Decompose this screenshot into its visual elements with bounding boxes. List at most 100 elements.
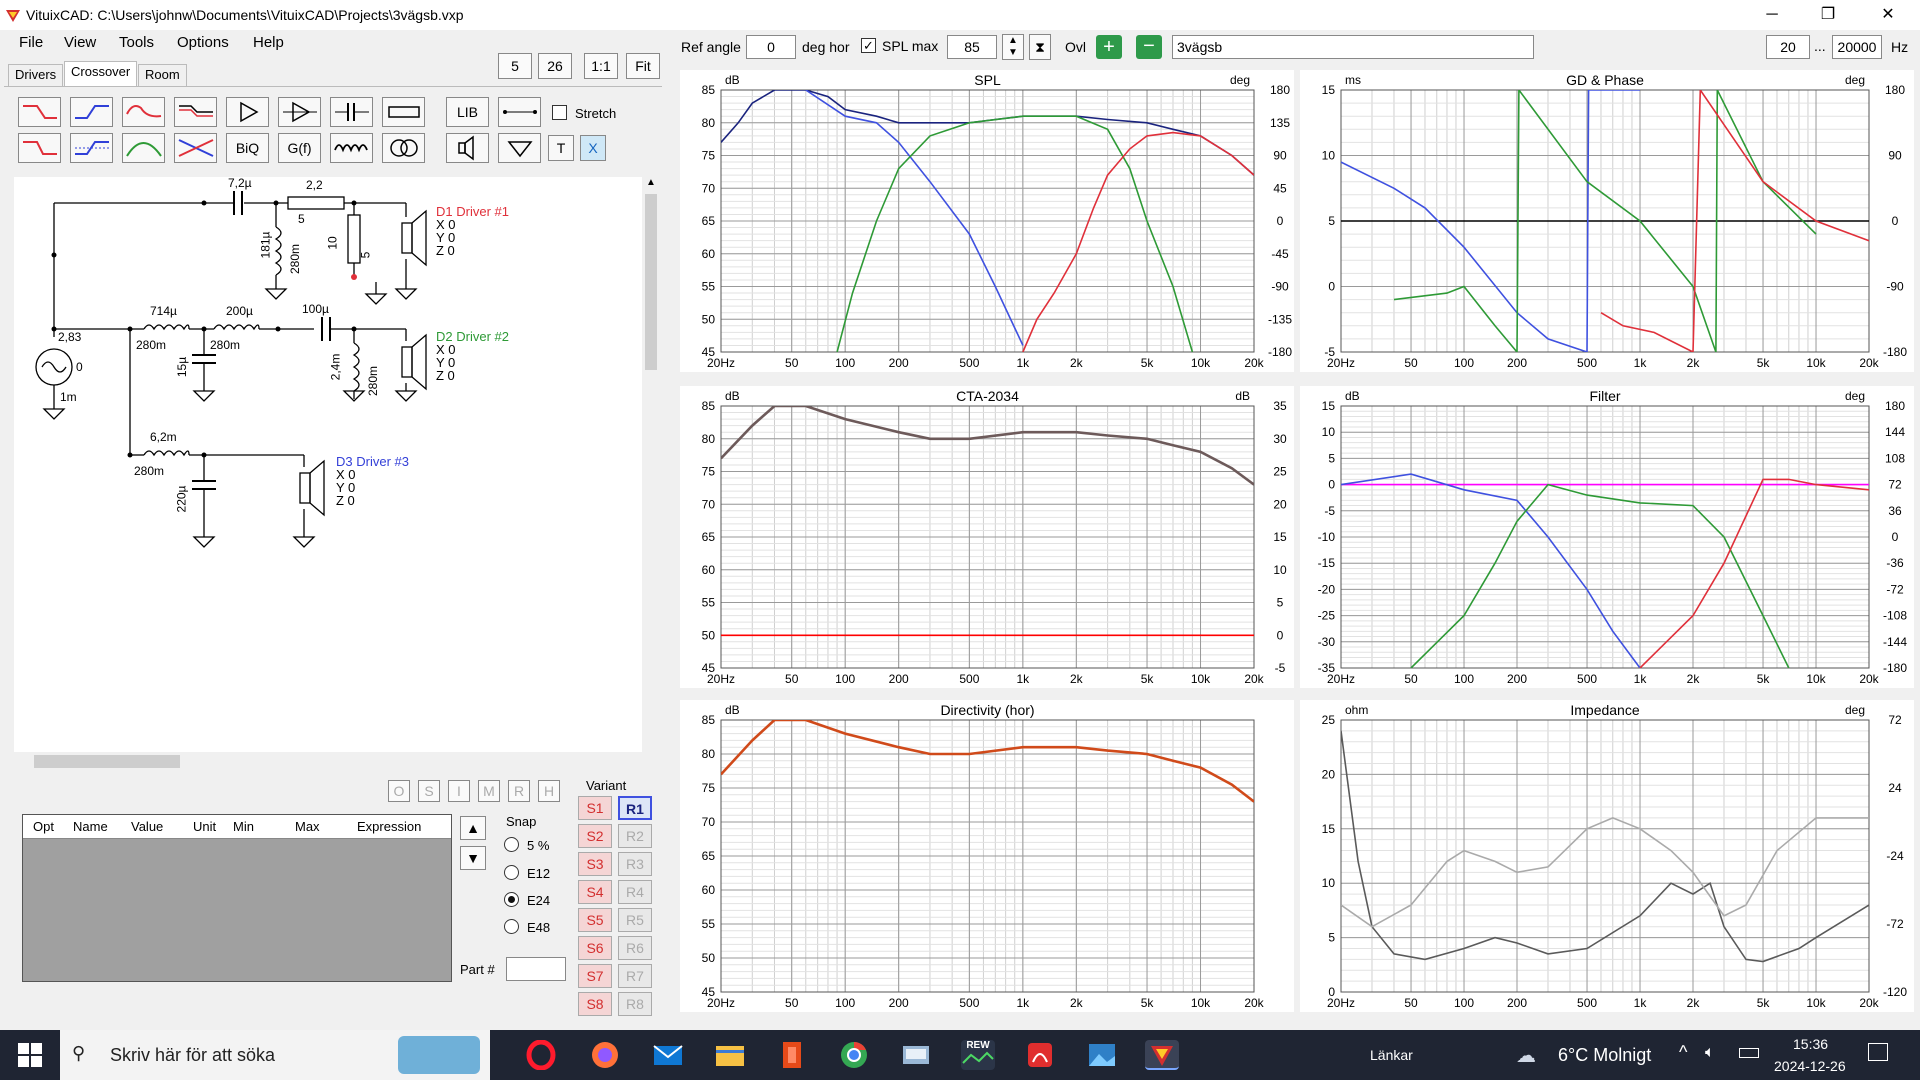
tab-crossover[interactable]: Crossover	[64, 61, 138, 87]
chrome-icon[interactable]	[837, 1040, 871, 1070]
tab-drivers[interactable]: Drivers	[8, 64, 64, 86]
zoom-fit-button[interactable]: Fit	[626, 53, 660, 79]
col-value[interactable]: Value	[131, 819, 163, 834]
menu-tools[interactable]: Tools	[119, 34, 154, 51]
close-button[interactable]: ✕	[1860, 0, 1916, 30]
transformer-button[interactable]	[382, 133, 425, 163]
ref-angle-field[interactable]	[746, 35, 796, 59]
chart-panel-5[interactable]: 25 20 15 10 5 0 20Hz 50 100 200 500 1k 2k 5k 10k 20k 72 2…	[1300, 700, 1914, 1012]
project-name-field[interactable]	[1172, 35, 1534, 59]
freq-max-field[interactable]	[1832, 35, 1882, 59]
rew-icon[interactable]: REW	[961, 1040, 995, 1070]
office-icon[interactable]	[775, 1040, 809, 1070]
lowpass-2-button[interactable]	[18, 133, 61, 163]
variant-s4[interactable]: S4	[578, 880, 612, 904]
opamp-button[interactable]	[278, 97, 321, 127]
parameter-table[interactable]: Opt Name Value Unit Min Max Expression	[22, 814, 452, 982]
wire-button[interactable]	[498, 97, 541, 127]
variant-r6[interactable]: R6	[618, 936, 652, 960]
battery-icon[interactable]	[1739, 1048, 1759, 1058]
variant-r5[interactable]: R5	[618, 908, 652, 932]
lock-i-button[interactable]: I	[448, 780, 470, 802]
minimize-button[interactable]: ─	[1744, 0, 1800, 30]
lowpass-1-button[interactable]	[18, 97, 61, 127]
variant-r4[interactable]: R4	[618, 880, 652, 904]
volume-icon[interactable]: 🔈︎	[1705, 1044, 1715, 1062]
menu-options[interactable]: Options	[177, 34, 229, 51]
horizontal-scrollbar[interactable]	[14, 752, 642, 770]
col-unit[interactable]: Unit	[193, 819, 216, 834]
opera-icon[interactable]	[524, 1039, 558, 1071]
acrobat-icon[interactable]	[1023, 1040, 1057, 1070]
gf-button[interactable]: G(f)	[278, 133, 321, 163]
variant-r1[interactable]: R1	[618, 796, 652, 820]
lock-r-button[interactable]: R	[508, 780, 530, 802]
file-explorer-icon[interactable]	[713, 1040, 747, 1070]
start-button[interactable]	[18, 1043, 42, 1067]
lock-m-button[interactable]: M	[478, 780, 500, 802]
variant-s5[interactable]: S5	[578, 908, 612, 932]
spl-max-field[interactable]	[947, 35, 997, 59]
notch-button[interactable]	[174, 133, 217, 163]
stretch-checkbox[interactable]	[552, 105, 567, 120]
remove-overlay-button[interactable]: −	[1136, 35, 1162, 59]
variant-s1[interactable]: S1	[578, 796, 612, 820]
biquad-button[interactable]: BiQ	[226, 133, 269, 163]
horizontal-scroll-thumb[interactable]	[34, 755, 180, 768]
variant-s2[interactable]: S2	[578, 824, 612, 848]
col-opt[interactable]: Opt	[33, 819, 54, 834]
allpass-button[interactable]	[70, 133, 113, 163]
photos-icon[interactable]	[1085, 1040, 1119, 1070]
variant-r7[interactable]: R7	[618, 964, 652, 988]
col-min[interactable]: Min	[233, 819, 254, 834]
tray-chevron-icon[interactable]: ^	[1679, 1042, 1687, 1063]
peaking-button[interactable]	[122, 133, 165, 163]
spl-fit-button[interactable]: ⧗	[1029, 34, 1051, 60]
vertical-scrollbar[interactable]: ▲	[642, 177, 660, 752]
driver-1-label[interactable]: D1 Driver #1 X 0 Y 0 Z 0	[436, 205, 509, 257]
firefox-icon[interactable]	[588, 1040, 622, 1070]
chart-panel-0[interactable]: 85 80 75 70 65 60 55 50 45 20Hz 50 100 200 500 1k 2k 5k 1…	[680, 70, 1294, 372]
maximize-button[interactable]: ❐	[1800, 0, 1856, 30]
col-expression[interactable]: Expression	[357, 819, 421, 834]
tab-room[interactable]: Room	[138, 64, 187, 86]
vertical-scroll-thumb[interactable]	[645, 194, 657, 370]
lock-s-button[interactable]: S	[418, 780, 440, 802]
driver-2-label[interactable]: D2 Driver #2 X 0 Y 0 Z 0	[436, 330, 509, 382]
snap-e48-radio[interactable]	[504, 919, 519, 934]
variant-s8[interactable]: S8	[578, 992, 612, 1016]
capacitor-button[interactable]	[330, 97, 373, 127]
variant-s7[interactable]: S7	[578, 964, 612, 988]
zoom-5-button[interactable]: 5	[498, 53, 532, 79]
notifications-icon[interactable]	[1868, 1043, 1888, 1061]
bandpass-button[interactable]	[122, 97, 165, 127]
snap-5-radio[interactable]	[504, 837, 519, 852]
zoom-1to1-button[interactable]: 1:1	[584, 53, 618, 79]
move-down-button[interactable]: ▼	[460, 846, 486, 870]
variant-r8[interactable]: R8	[618, 992, 652, 1016]
add-overlay-button[interactable]: +	[1096, 35, 1122, 59]
zoom-26-button[interactable]: 26	[538, 53, 572, 79]
variant-r3[interactable]: R3	[618, 852, 652, 876]
driver-3-label[interactable]: D3 Driver #3 X 0 Y 0 Z 0	[336, 455, 409, 507]
vituixcad-taskbar-icon[interactable]	[1145, 1040, 1179, 1070]
col-name[interactable]: Name	[73, 819, 108, 834]
lock-o-button[interactable]: O	[388, 780, 410, 802]
text-button[interactable]: T	[548, 135, 574, 161]
scroll-up-icon[interactable]: ▲	[642, 177, 660, 188]
chart-panel-2[interactable]: 85 80 75 70 65 60 55 50 45 20Hz 50 100 200 500 1k 2k 5k 1…	[680, 386, 1294, 688]
variant-s6[interactable]: S6	[578, 936, 612, 960]
spl-max-checkbox[interactable]: ✓	[861, 38, 876, 53]
freq-min-field[interactable]	[1766, 35, 1810, 59]
mail-icon[interactable]	[651, 1040, 685, 1070]
snap-e24-radio[interactable]	[504, 892, 519, 907]
clock-time[interactable]: 15:36	[1793, 1036, 1828, 1052]
variant-s3[interactable]: S3	[578, 852, 612, 876]
shelf-button[interactable]	[174, 97, 217, 127]
col-max[interactable]: Max	[295, 819, 320, 834]
taskbar-search[interactable]: ⚲ Skriv här för att söka	[60, 1030, 490, 1080]
chart-panel-1[interactable]: 15 10 5 0 -5 20Hz 50 100 200 500 1k 2k 5k 10k 20k 180 90…	[1300, 70, 1914, 372]
highpass-1-button[interactable]	[70, 97, 113, 127]
move-up-button[interactable]: ▲	[460, 816, 486, 840]
lock-h-button[interactable]: H	[538, 780, 560, 802]
